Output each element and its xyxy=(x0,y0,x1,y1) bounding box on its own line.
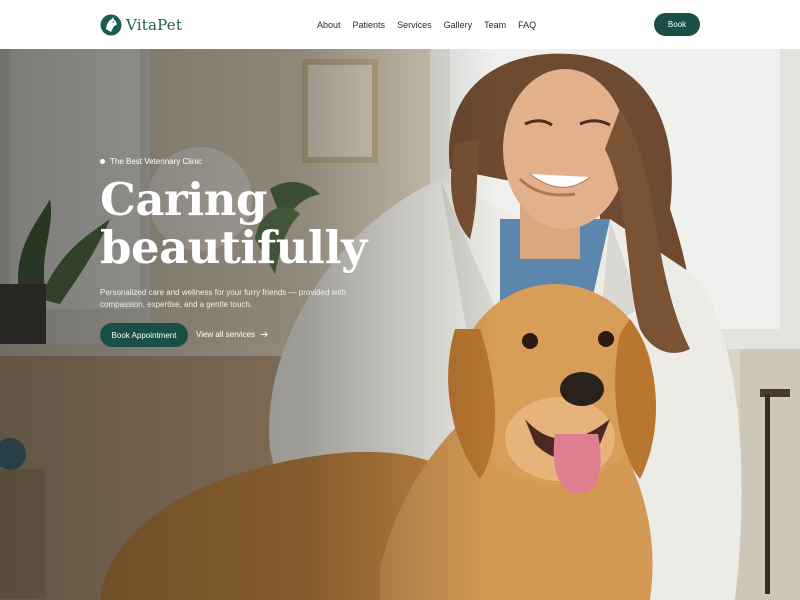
nav-faq[interactable]: FAQ xyxy=(518,20,536,30)
badge-dot-icon xyxy=(100,159,105,164)
nav-team[interactable]: Team xyxy=(484,20,506,30)
hero-subtext: Personalized care and wellness for your … xyxy=(100,288,346,309)
hero-headline: Caring beautifully xyxy=(100,176,367,272)
badge-text: The Best Veterinary Clinic xyxy=(110,157,203,166)
site-header: VitaPet About Patients Services Gallery … xyxy=(0,0,800,49)
brand-name: VitaPet xyxy=(126,15,183,34)
nav-about[interactable]: About xyxy=(317,20,341,30)
book-button[interactable]: Book xyxy=(654,13,700,36)
nav-patients[interactable]: Patients xyxy=(353,20,386,30)
headline-line-1: Caring xyxy=(100,173,267,226)
nav-gallery[interactable]: Gallery xyxy=(444,20,473,30)
view-services-link[interactable]: View all services xyxy=(196,330,269,339)
book-appointment-button[interactable]: Book Appointment xyxy=(100,323,188,347)
nav-services[interactable]: Services xyxy=(397,20,432,30)
view-services-label: View all services xyxy=(196,330,255,339)
hero-badge: The Best Veterinary Clinic xyxy=(100,157,202,166)
arrow-right-icon xyxy=(260,331,268,338)
main-nav: About Patients Services Gallery Team FAQ xyxy=(317,0,536,49)
pet-head-icon xyxy=(100,14,122,35)
headline-line-2: beautifully xyxy=(100,221,367,274)
logo[interactable]: VitaPet xyxy=(100,14,182,36)
